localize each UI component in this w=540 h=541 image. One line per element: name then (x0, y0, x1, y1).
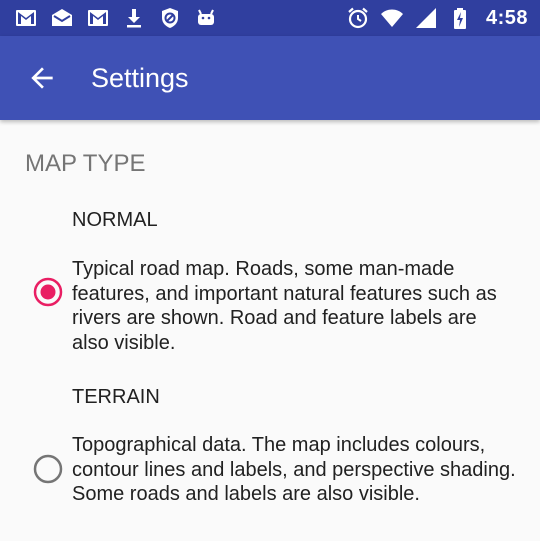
option-title: NORMAL (72, 209, 158, 231)
status-bar: 4:58 (0, 0, 540, 36)
blocked-icon (162, 8, 178, 28)
option-title: TERRAIN (72, 386, 160, 408)
gmail-icon (16, 10, 36, 26)
option-description: Topographical data. The map includes col… (72, 434, 516, 505)
gmail-icon (88, 10, 108, 26)
section-header-map-type: MAP TYPE (25, 150, 146, 177)
android-icon (198, 9, 214, 25)
mail-open-icon (52, 9, 72, 26)
notification-icons (14, 6, 218, 30)
radio-button-unselected[interactable] (33, 454, 63, 484)
clock-time: 4:58 (485, 6, 528, 29)
back-arrow-icon[interactable] (26, 62, 58, 94)
radio-button-selected[interactable] (33, 277, 63, 307)
signal-icon (415, 8, 436, 28)
alarm-icon (348, 7, 368, 29)
battery-charging-icon (453, 8, 466, 29)
app-bar: Settings (0, 36, 540, 120)
wifi-icon (380, 9, 403, 27)
download-icon (127, 9, 141, 28)
page-title: Settings (91, 63, 189, 93)
option-description: Typical road map. Roads, some man-made f… (72, 258, 497, 354)
system-icons: 4:58 (346, 6, 528, 30)
